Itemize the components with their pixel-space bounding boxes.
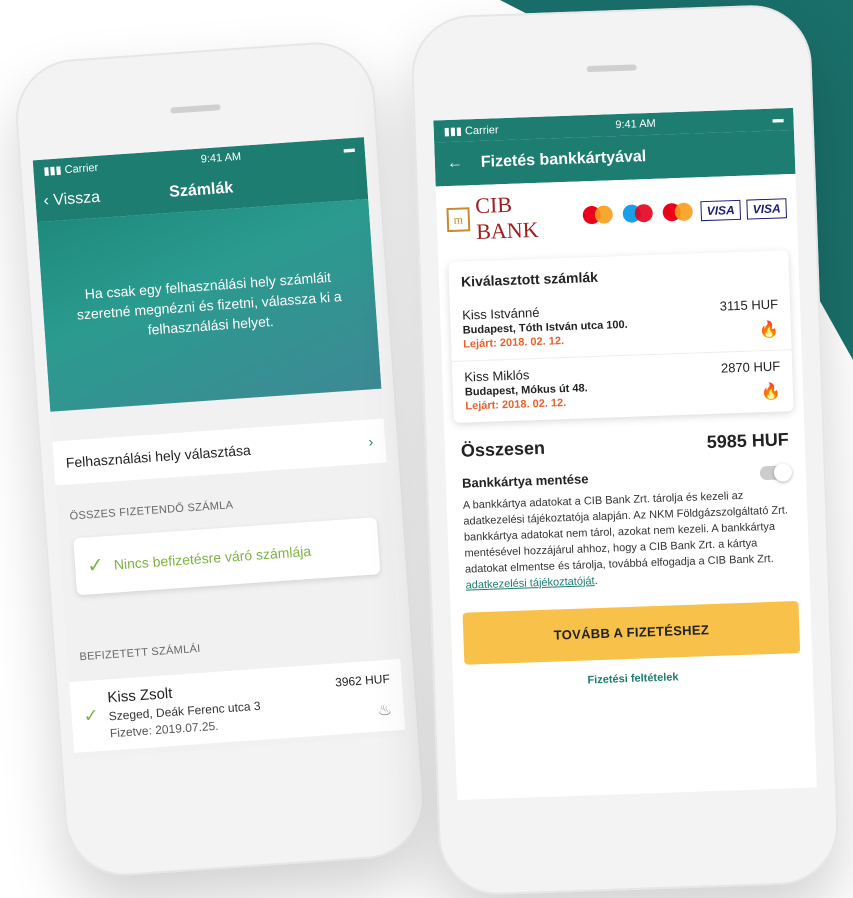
battery-icon: ▬ xyxy=(772,113,784,126)
selected-invoices-card: Kiválasztott számlák Kiss Istvánné Budap… xyxy=(448,250,794,423)
phone-right: ▮▮▮ Carrier 9:41 AM ▬ ← Fizetés bankkárt… xyxy=(409,3,841,897)
clock: 9:41 AM xyxy=(200,150,242,166)
carrier: ▮▮▮ Carrier xyxy=(43,161,99,178)
check-icon: ✓ xyxy=(82,705,100,727)
screen-invoices: ▮▮▮ Carrier 9:41 AM ▬ ‹ Vissza Számlák H… xyxy=(32,137,406,759)
check-icon: ✓ xyxy=(86,554,105,578)
hero-text: Ha csak egy felhasználási hely számláit … xyxy=(76,268,343,338)
total-label: Összesen xyxy=(460,437,546,461)
page-title: Fizetés bankkártyával xyxy=(480,148,647,171)
screen-card-payment: ▮▮▮ Carrier 9:41 AM ▬ ← Fizetés bankkárt… xyxy=(433,107,817,801)
cib-mark-icon: m xyxy=(446,207,471,233)
flame-icon: 🔥 xyxy=(758,321,780,340)
invoice-amount: 2870 HUF xyxy=(720,358,781,376)
place-select-label: Felhasználási hely választása xyxy=(65,441,252,471)
cib-logo: m CIB BANK xyxy=(446,190,575,246)
visa-electron-logo: VISA xyxy=(746,198,788,220)
maestro-icon xyxy=(620,202,655,225)
phone-left: ▮▮▮ Carrier 9:41 AM ▬ ‹ Vissza Számlák H… xyxy=(11,38,429,880)
no-due-text: Nincs befizetésre váró számlája xyxy=(113,542,312,573)
privacy-link[interactable]: adatkezelési tájékoztatóját xyxy=(465,575,594,591)
payment-terms-link[interactable]: Fizetési feltételek xyxy=(453,666,813,691)
invoice-due: Lejárt: 2018. 02. 12. xyxy=(465,397,567,413)
legal-text: A bankkártya adatokat a CIB Bank Zrt. tá… xyxy=(462,489,789,592)
mastercard-icon xyxy=(580,203,615,226)
hero-banner: Ha csak egy felhasználási hely számláit … xyxy=(37,199,382,412)
payment-logos: m CIB BANK VISA VISA xyxy=(435,173,798,255)
speaker xyxy=(170,104,221,114)
total-value: 5985 HUF xyxy=(706,429,790,453)
visa-logo: VISA xyxy=(700,199,742,222)
invoice-name: Kiss Miklós xyxy=(464,367,530,385)
paid-invoice-row[interactable]: ✓ Kiss Zsolt Szeged, Deák Ferenc utca 3 … xyxy=(69,658,406,753)
mastercard-icon xyxy=(660,200,695,223)
invoice-row[interactable]: Kiss Miklós Budapest, Mókus út 48. Lejár… xyxy=(452,350,794,423)
invoice-amount: 3115 HUF xyxy=(719,296,779,314)
continue-to-payment-button[interactable]: TOVÁBB A FIZETÉSHEZ xyxy=(462,600,801,665)
save-card-label: Bankkártya mentése xyxy=(461,471,589,491)
arrow-left-icon[interactable]: ← xyxy=(447,154,464,173)
back-button[interactable]: ‹ Vissza xyxy=(43,189,101,211)
clock: 9:41 AM xyxy=(615,117,656,132)
paid-amount: 3962 HUF xyxy=(334,671,391,689)
save-card-toggle[interactable] xyxy=(759,464,791,480)
battery-icon: ▬ xyxy=(343,142,356,156)
flame-icon: ♨ xyxy=(376,701,393,720)
speaker xyxy=(586,64,637,73)
chevron-right-icon: › xyxy=(367,433,374,450)
paid-section-title: BEFIZETETT SZÁMLÁI xyxy=(79,642,201,664)
carrier: ▮▮▮ Carrier xyxy=(443,123,499,138)
flame-icon: 🔥 xyxy=(760,383,782,402)
